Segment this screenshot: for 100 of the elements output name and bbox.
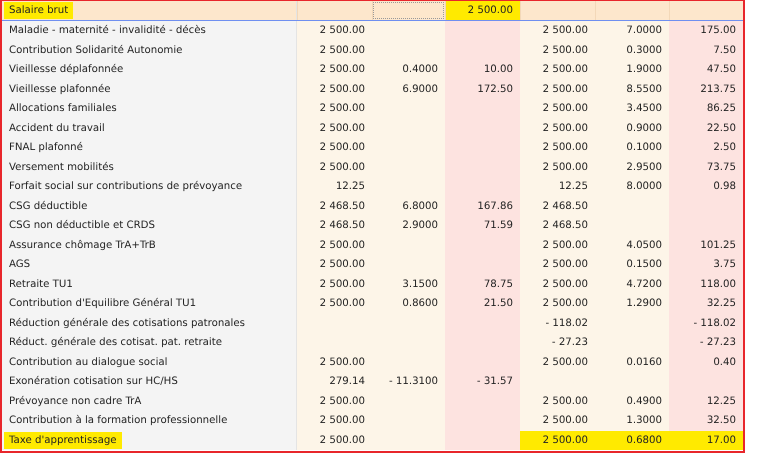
row-label: Taxe d'apprentissage (4, 432, 122, 449)
table-cell: 10.00 (445, 60, 520, 80)
table-cell: 2 500.00 (520, 411, 595, 430)
table-cell: 2 500.00 (520, 99, 595, 118)
table-cell: 47.50 (669, 60, 743, 80)
table-cell: 2 500.00 (520, 294, 595, 314)
table-cell: 2 500.00 (297, 138, 372, 158)
table-cell: 167.86 (445, 196, 520, 216)
table-cell: 2 500.00 (445, 1, 520, 20)
table-cell: 3.1500 (372, 274, 445, 294)
table-cell: 101.25 (669, 236, 743, 255)
table-cell: 279.14 (297, 372, 372, 392)
row-label: Prévoyance non cadre TrA (8, 394, 142, 409)
row-label: CSG non déductible et CRDS (8, 218, 156, 234)
row-label: Vieillesse plafonnée (8, 82, 112, 97)
row-label: Exonération cotisation sur HC/HS (8, 374, 179, 390)
table-cell: 2 500.00 (297, 294, 372, 314)
row-label: Contribution d'Equilibre Général TU1 (8, 296, 198, 312)
table-cell: 0.6800 (595, 430, 669, 450)
row-label: Assurance chômage TrA+TrB (8, 238, 157, 253)
table-cell: 2 468.50 (297, 216, 372, 236)
table-cell: 2 500.00 (297, 80, 372, 99)
table-cell: 21.50 (445, 294, 520, 314)
table-cell: 7.0000 (595, 21, 669, 40)
table-cell: 78.75 (445, 274, 520, 294)
table-cell: 3.4500 (595, 99, 669, 118)
row-label: Accident du travail (8, 122, 106, 136)
table-cell: 0.1000 (595, 138, 669, 158)
table-cell: 6.9000 (372, 80, 445, 99)
table-cell: 2 500.00 (297, 411, 372, 430)
table-cell: 17.00 (669, 430, 743, 450)
table-cell: 2 500.00 (520, 236, 595, 255)
table-cell: 12.25 (520, 177, 595, 196)
table-cell: 0.8600 (372, 294, 445, 314)
table-cell: 2 500.00 (297, 21, 372, 40)
table-cell: 2 500.00 (520, 40, 595, 60)
row-label: AGS (8, 258, 32, 272)
table-cell: 2 500.00 (520, 352, 595, 372)
table-cell: - 31.57 (445, 372, 520, 392)
table-cell: 2 500.00 (297, 40, 372, 60)
table-cell: 0.98 (669, 177, 743, 196)
table-cell: 71.59 (445, 216, 520, 236)
table-cell: 0.9000 (595, 118, 669, 138)
table-cell: - 27.23 (520, 333, 595, 352)
row-label: FNAL plafonné (8, 140, 84, 156)
table-cell: 2 500.00 (297, 274, 372, 294)
table-cell: - 118.02 (669, 314, 743, 333)
table-cell: 1.2900 (595, 294, 669, 314)
table-cell: 0.4000 (372, 60, 445, 80)
table-cell: 4.0500 (595, 236, 669, 255)
row-label: Forfait social sur contributions de prévoyance (8, 180, 244, 194)
row-label: Maladie - maternité - invalidité - décès (8, 24, 207, 38)
table-cell: 2.50 (669, 138, 743, 158)
table-cell: 86.25 (669, 99, 743, 118)
table-cell: 0.1500 (595, 255, 669, 274)
table-cell: 2 500.00 (297, 392, 372, 411)
row-label: Contribution Solidarité Autonomie (8, 44, 184, 58)
row-label: Réduct. générale des cotisat. pat. retraite (8, 336, 224, 350)
table-cell: 0.3000 (595, 40, 669, 60)
table-cell: 12.25 (297, 177, 372, 196)
table-cell: 2 500.00 (520, 118, 595, 138)
table-cell: 2.9000 (372, 216, 445, 236)
table-cell: 4.7200 (595, 274, 669, 294)
table-cell: 2 500.00 (520, 274, 595, 294)
table-cell: 32.50 (669, 411, 743, 430)
table-cell: 2 500.00 (297, 352, 372, 372)
table-cell: 7.50 (669, 40, 743, 60)
row-label: Réduction générale des cotisations patronales (8, 316, 246, 331)
row-label: Versement mobilités (8, 160, 115, 175)
table-cell: 2 500.00 (520, 392, 595, 411)
table-cell: 2 500.00 (520, 21, 595, 40)
table-cell: 1.3000 (595, 411, 669, 430)
row-label: CSG déductible (8, 200, 88, 214)
table-cell: 2 500.00 (297, 118, 372, 138)
table-cell: 12.25 (669, 392, 743, 411)
table-cell: 2 500.00 (520, 430, 595, 450)
table-cell: 2 500.00 (297, 99, 372, 118)
table-cell: 2 500.00 (297, 430, 372, 450)
row-label: Allocations familiales (8, 102, 118, 116)
table-cell: 6.8000 (372, 196, 445, 216)
table-cell: 0.40 (669, 352, 743, 372)
table-cell: 2 500.00 (297, 158, 372, 177)
table-cell: - 11.3100 (372, 372, 445, 392)
table-cell: 2 500.00 (297, 60, 372, 80)
table-cell: 22.50 (669, 118, 743, 138)
row-label: Vieillesse déplafonnée (8, 62, 124, 78)
table-cell: 73.75 (669, 158, 743, 177)
row-label: Contribution au dialogue social (8, 356, 169, 370)
table-cell: - 118.02 (520, 314, 595, 333)
table-cell: 2 500.00 (520, 158, 595, 177)
table-cell: 2 468.50 (520, 196, 595, 216)
table-cell: 118.00 (669, 274, 743, 294)
table-cell: 8.5500 (595, 80, 669, 99)
table-cell: 172.50 (445, 80, 520, 99)
table-cell: 32.25 (669, 294, 743, 314)
table-cell: 175.00 (669, 21, 743, 40)
table-cell: 3.75 (669, 255, 743, 274)
table-cell: 0.4900 (595, 392, 669, 411)
row-label: Retraite TU1 (8, 278, 74, 292)
table-cell: 2 500.00 (520, 255, 595, 274)
